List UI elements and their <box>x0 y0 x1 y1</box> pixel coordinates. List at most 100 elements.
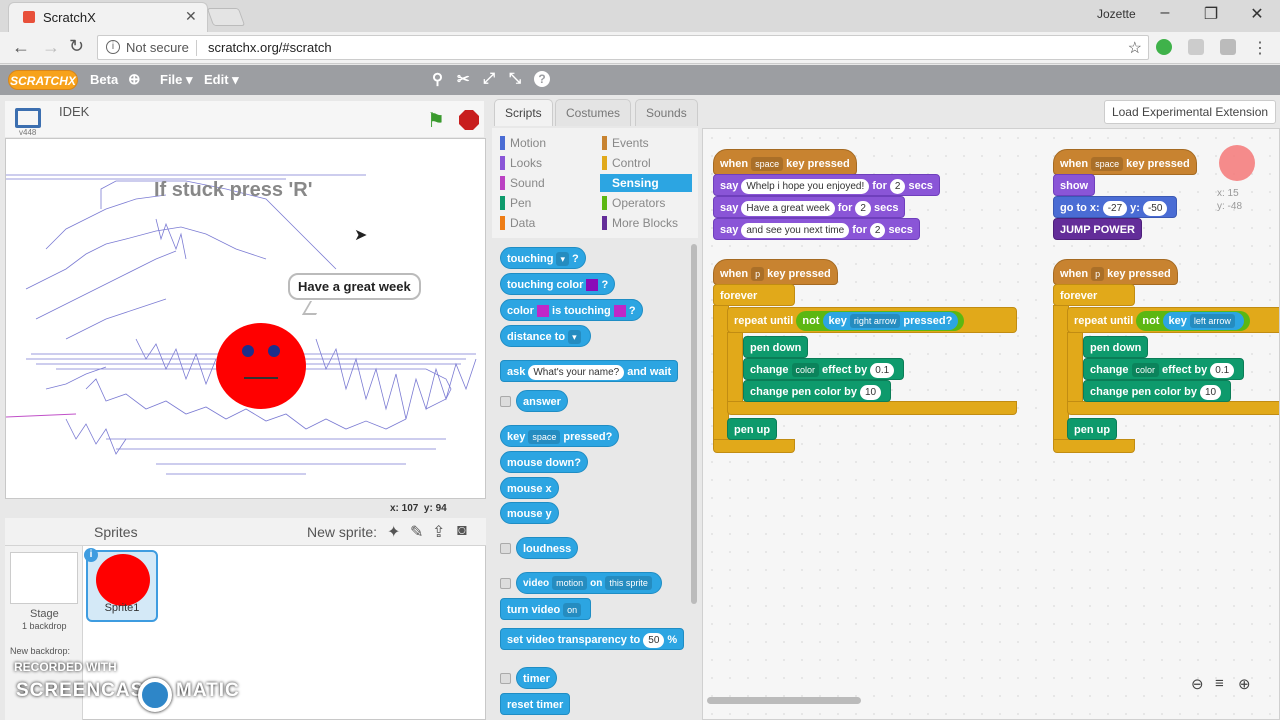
menu-icon[interactable]: ⋮ <box>1252 38 1268 58</box>
shrink-icon[interactable]: ⤡ <box>509 70 521 87</box>
browser-tab[interactable]: ScratchX ✕ <box>8 2 208 32</box>
stop-icon[interactable] <box>459 110 479 130</box>
file-menu[interactable]: File ▾ <box>160 72 193 88</box>
category-events[interactable]: Events <box>600 134 692 152</box>
duplicate-icon[interactable]: ⚲ <box>432 70 443 88</box>
category-sensing[interactable]: Sensing <box>600 174 692 192</box>
info-icon[interactable]: i <box>106 40 120 54</box>
block-turn-video[interactable]: turn video on <box>500 598 592 620</box>
camera-extension-icon[interactable] <box>1220 39 1236 55</box>
scratchx-logo[interactable]: SCRATCHX <box>8 70 78 90</box>
block-color-is-touching[interactable]: color is touching ? <box>500 299 643 321</box>
zoom-in-icon[interactable]: ⊕ <box>1238 675 1251 693</box>
block-when-p-pressed-2[interactable]: when p key pressed <box>1053 259 1178 285</box>
block-loudness[interactable]: loudness <box>516 537 579 559</box>
cut-icon[interactable]: ✂ <box>457 70 470 88</box>
block-change-color-effect[interactable]: change color effect by 0.1 <box>743 358 905 380</box>
zoom-out-icon[interactable]: ⊖ <box>1191 675 1204 693</box>
block-change-pen-color[interactable]: change pen color by 10 <box>743 380 892 402</box>
paint-sprite-icon[interactable]: ✎ <box>410 522 423 542</box>
stage-thumbnail[interactable] <box>10 552 78 604</box>
palette-scrollbar[interactable] <box>691 244 697 604</box>
block-jump-power[interactable]: JUMP POWER <box>1053 218 1142 240</box>
timer-checkbox[interactable] <box>500 673 511 684</box>
url-input[interactable]: i Not secure scratchx.org/#scratch ☆ <box>97 35 1149 60</box>
stage-canvas[interactable]: If stuck press 'R' Have a great week ➤ <box>5 138 486 499</box>
block-key-pressed[interactable]: key space pressed? <box>500 425 620 447</box>
category-sound[interactable]: Sound <box>498 174 590 192</box>
block-say-3[interactable]: say and see you next time for 2 secs <box>713 218 920 240</box>
video-checkbox[interactable] <box>500 578 511 589</box>
bookmark-star-icon[interactable]: ☆ <box>1128 38 1142 58</box>
block-reset-timer[interactable]: reset timer <box>500 693 571 715</box>
forward-icon[interactable]: → <box>42 37 60 58</box>
language-globe-icon[interactable]: ⊕ <box>128 70 141 88</box>
block-set-video-transparency[interactable]: set video transparency to 50% <box>500 628 685 650</box>
fullscreen-icon[interactable] <box>15 108 41 128</box>
minimize-icon[interactable]: – <box>1150 4 1180 22</box>
block-touching-color[interactable]: touching color ? <box>500 273 616 295</box>
new-tab-button[interactable] <box>206 8 246 26</box>
block-mouse-y[interactable]: mouse y <box>500 502 559 524</box>
block-go-to-xy[interactable]: go to x: -27 y: -50 <box>1053 196 1178 218</box>
block-distance-to[interactable]: distance to ▾ <box>500 325 591 347</box>
zoom-reset-icon[interactable]: ≡ <box>1215 675 1224 692</box>
category-motion[interactable]: Motion <box>498 134 590 152</box>
close-window-icon[interactable]: ✕ <box>1242 4 1272 24</box>
category-data[interactable]: Data <box>498 214 590 232</box>
block-pen-down-2[interactable]: pen down <box>1083 336 1149 358</box>
edit-menu[interactable]: Edit ▾ <box>204 72 239 88</box>
block-pen-down[interactable]: pen down <box>743 336 809 358</box>
back-icon[interactable]: ← <box>12 37 30 58</box>
block-pen-up[interactable]: pen up <box>727 418 778 440</box>
tab-costumes[interactable]: Costumes <box>555 99 632 126</box>
sprite1-thumbnail[interactable]: Sprite1 <box>86 550 158 622</box>
close-tab-icon[interactable]: ✕ <box>185 8 197 25</box>
extension-icon[interactable] <box>1188 39 1204 55</box>
sprite-library-icon[interactable]: ✦ <box>387 522 400 542</box>
grow-icon[interactable]: ⤢ <box>483 70 495 87</box>
green-flag-icon[interactable]: ⚑ <box>427 108 445 133</box>
block-when-key-pressed-2[interactable]: when space key pressed <box>1053 149 1197 175</box>
answer-checkbox[interactable] <box>500 396 511 407</box>
upload-sprite-icon[interactable]: ⇪ <box>432 522 445 542</box>
scripts-area[interactable]: when space key pressed say Whelp i hope you… <box>702 128 1280 720</box>
block-change-color-effect-2[interactable]: change color effect by 0.1 <box>1083 358 1245 380</box>
grammarly-icon[interactable] <box>1156 39 1172 55</box>
block-repeat-until-2[interactable]: repeat until not key left arrow <box>1067 307 1279 333</box>
category-control[interactable]: Control <box>600 154 692 172</box>
category-looks[interactable]: Looks <box>498 154 590 172</box>
block-change-pen-color-2[interactable]: change pen color by 10 <box>1083 380 1232 402</box>
loudness-checkbox[interactable] <box>500 543 511 554</box>
block-answer[interactable]: answer <box>516 390 568 412</box>
block-when-p-pressed[interactable]: when p key pressed <box>713 259 838 285</box>
category-pen[interactable]: Pen <box>498 194 590 212</box>
category-operators[interactable]: Operators <box>600 194 692 212</box>
profile-name[interactable]: Jozette <box>1097 7 1136 21</box>
restore-icon[interactable]: ❐ <box>1196 4 1226 24</box>
block-forever-2[interactable]: forever <box>1053 284 1135 306</box>
block-pen-up-2[interactable]: pen up <box>1067 418 1118 440</box>
tab-scripts[interactable]: Scripts <box>494 99 553 126</box>
reload-icon[interactable]: ↻ <box>69 36 84 57</box>
block-ask[interactable]: ask What's your name? and wait <box>500 360 679 382</box>
help-icon[interactable]: ? <box>534 71 550 87</box>
load-extension-button[interactable]: Load Experimental Extension <box>1104 100 1276 124</box>
block-timer[interactable]: timer <box>516 667 557 689</box>
camera-sprite-icon[interactable]: ◙ <box>457 522 467 540</box>
block-repeat-until[interactable]: repeat until not key right arrow pressed? <box>727 307 1017 333</box>
block-show[interactable]: show <box>1053 174 1096 196</box>
sprite-info-icon[interactable]: i <box>84 548 98 562</box>
tab-sounds[interactable]: Sounds <box>635 99 698 126</box>
block-touching[interactable]: touching ▾? <box>500 247 586 269</box>
block-forever[interactable]: forever <box>713 284 795 306</box>
block-video-motion[interactable]: video motion on this sprite <box>516 572 662 594</box>
block-mouse-down[interactable]: mouse down? <box>500 451 588 473</box>
scripts-horizontal-scrollbar[interactable] <box>707 697 861 704</box>
sprite-red-face[interactable] <box>216 323 306 409</box>
block-say-1[interactable]: say Whelp i hope you enjoyed! for 2 secs <box>713 174 940 196</box>
block-say-2[interactable]: say Have a great week for 2 secs <box>713 196 906 218</box>
block-when-key-pressed[interactable]: when space key pressed <box>713 149 857 175</box>
block-mouse-x[interactable]: mouse x <box>500 477 559 499</box>
project-title[interactable]: IDEK <box>59 104 89 119</box>
